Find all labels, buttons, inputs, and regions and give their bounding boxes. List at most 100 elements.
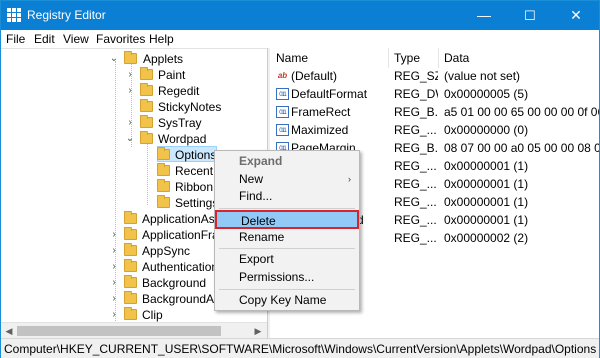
chevron-right-icon[interactable]: ›: [109, 307, 119, 322]
folder-icon: [124, 259, 137, 272]
tree-item-label: SysTray: [158, 116, 202, 130]
menu-item-permissions[interactable]: Permissions...: [215, 268, 359, 287]
folder-icon: [124, 307, 137, 320]
binary-icon: 011: [276, 124, 289, 136]
tree-item-label: Recent: [175, 164, 214, 178]
value-data: 0x00000002 (2): [444, 231, 529, 245]
tree-item-label: Clip: [142, 308, 163, 322]
value-type: REG_SZ: [394, 69, 438, 83]
title-bar[interactable]: Registry Editor — ☐ ✕: [1, 1, 599, 30]
value-type: REG_DWORD: [394, 87, 438, 101]
context-menu: Expand New › Find... Delete Rename Expor…: [214, 150, 360, 311]
column-header-name[interactable]: Name: [271, 48, 389, 68]
value-type: REG_...: [394, 123, 437, 137]
binary-icon: 011: [276, 88, 289, 100]
folder-icon: [140, 67, 153, 80]
folder-icon: [124, 275, 137, 288]
value-type: REG_...: [394, 195, 437, 209]
menu-file[interactable]: File: [6, 32, 25, 46]
string-icon: ab: [277, 71, 288, 80]
chevron-right-icon[interactable]: ›: [125, 67, 135, 83]
value-name: FrameRect: [291, 105, 351, 119]
chevron-down-icon[interactable]: ⌄: [109, 51, 119, 67]
chevron-right-icon[interactable]: ›: [109, 275, 119, 291]
menu-item-delete[interactable]: Delete: [215, 210, 359, 229]
folder-icon: [124, 227, 137, 240]
value-row[interactable]: 011 DefaultFormat REG_DWORD 0x00000005 (…: [271, 85, 599, 103]
value-type: REG_...: [394, 231, 437, 245]
value-name: DefaultFormat: [291, 87, 368, 101]
folder-icon: [157, 147, 170, 160]
tree-item-label: AppSync: [142, 244, 191, 258]
value-row[interactable]: 011 FrameRect REG_B... a5 01 00 00 65 00…: [271, 103, 599, 121]
status-bar-path: Computer\HKEY_CURRENT_USER\SOFTWARE\Micr…: [1, 338, 599, 358]
tree-item-label: StickyNotes: [158, 100, 222, 114]
folder-icon: [140, 99, 153, 112]
minimize-button[interactable]: —: [461, 1, 507, 30]
value-data: 08 07 00 00 a0 05 00 00 08 07 00: [444, 141, 599, 155]
folder-icon: [157, 195, 170, 208]
menu-help[interactable]: Help: [149, 32, 174, 46]
folder-icon: [124, 291, 137, 304]
scroll-left-icon[interactable]: ◀: [2, 324, 16, 338]
column-header-type[interactable]: Type: [389, 48, 439, 68]
folder-icon: [124, 211, 137, 224]
tree-item-label: Settings: [175, 196, 219, 210]
tree-item-label: Options: [175, 148, 217, 162]
menu-item-rename[interactable]: Rename: [215, 228, 359, 247]
value-name: (Default): [291, 69, 338, 83]
menu-view[interactable]: View: [63, 32, 89, 46]
registry-editor-icon: [7, 8, 21, 22]
value-name: Maximized: [291, 123, 349, 137]
menu-separator: [219, 208, 355, 209]
folder-icon: [124, 51, 137, 64]
chevron-right-icon[interactable]: ›: [109, 243, 119, 259]
tree-item-label: Authentication: [142, 260, 219, 274]
folder-icon: [157, 163, 170, 176]
value-data: 0x00000001 (1): [444, 159, 529, 173]
tree-item-label: ApplicationFra: [142, 228, 219, 242]
scroll-right-icon[interactable]: ▶: [251, 324, 265, 338]
value-data: 0x00000005 (5): [444, 87, 529, 101]
chevron-right-icon[interactable]: ›: [109, 291, 119, 307]
value-data: 0x00000001 (1): [444, 213, 529, 227]
value-data: 0x00000001 (1): [444, 195, 529, 209]
value-type: REG_B...: [394, 105, 438, 119]
folder-icon: [124, 243, 137, 256]
binary-icon: 011: [276, 106, 289, 118]
tree-item-label: Regedit: [158, 84, 200, 98]
value-type: REG_B...: [394, 141, 438, 155]
folder-icon: [140, 115, 153, 128]
chevron-right-icon[interactable]: ›: [125, 83, 135, 99]
close-button[interactable]: ✕: [553, 1, 599, 30]
tree-horizontal-scrollbar[interactable]: ◀ ▶: [1, 322, 267, 338]
menu-edit[interactable]: Edit: [34, 32, 55, 46]
folder-icon: [140, 83, 153, 96]
tree-item-label: Ribbon: [175, 180, 214, 194]
value-type: REG_...: [394, 159, 437, 173]
chevron-right-icon[interactable]: ›: [125, 115, 135, 131]
menu-item-expand[interactable]: Expand: [215, 152, 359, 171]
scroll-thumb[interactable]: [17, 326, 221, 336]
menu-favorites[interactable]: Favorites: [96, 32, 145, 46]
value-row[interactable]: 011 Maximized REG_... 0x00000000 (0): [271, 121, 599, 139]
value-data: a5 01 00 00 65 00 00 00 0f 06 00: [444, 105, 599, 119]
value-row[interactable]: ab (Default) REG_SZ (value not set): [271, 67, 599, 85]
menu-item-export[interactable]: Export: [215, 250, 359, 269]
menu-bar: File Edit View Favorites Help: [1, 30, 599, 48]
tree-item-label: BackgroundAc: [142, 292, 221, 306]
value-data: 0x00000001 (1): [444, 177, 529, 191]
menu-item-find[interactable]: Find...: [215, 187, 359, 206]
folder-icon: [140, 131, 153, 144]
maximize-button[interactable]: ☐: [507, 1, 553, 30]
value-data: (value not set): [444, 69, 521, 83]
tree-item-label: Paint: [158, 68, 186, 82]
chevron-down-icon[interactable]: ⌄: [125, 131, 135, 147]
chevron-right-icon[interactable]: ›: [109, 227, 119, 243]
chevron-right-icon[interactable]: ›: [109, 259, 119, 275]
column-header-data[interactable]: Data: [439, 48, 599, 68]
menu-item-copy-key-name[interactable]: Copy Key Name: [215, 291, 359, 310]
tree-item-label: Background: [142, 276, 207, 290]
menu-separator: [219, 248, 355, 249]
menu-item-label: New: [239, 172, 264, 186]
